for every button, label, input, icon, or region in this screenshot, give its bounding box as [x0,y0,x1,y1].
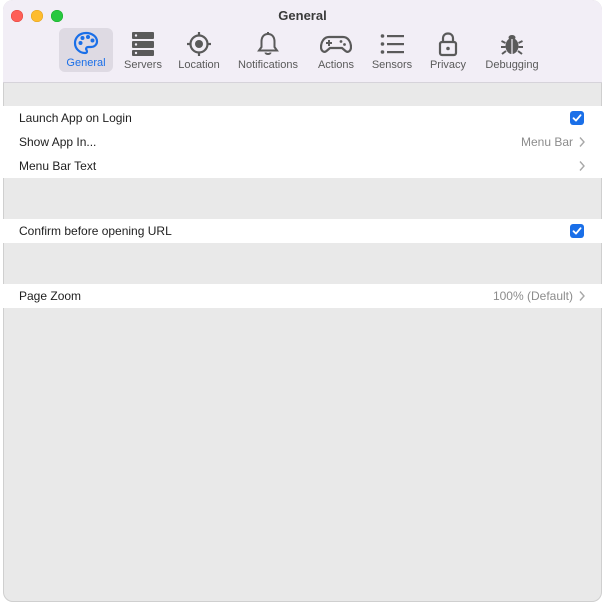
list-icon [380,34,404,54]
tab-servers[interactable]: Servers [119,28,167,72]
chevron-right-icon [579,161,585,171]
bell-icon [257,32,279,55]
preferences-tabs: General Servers Location Notifications A… [3,28,602,76]
show-app-in-value: Menu Bar [520,135,573,149]
general-settings-group: Launch App on Login Show App In... Menu … [3,106,602,178]
window-toolbar: General General Servers Location Notific… [3,0,602,83]
checkmark-icon [572,227,582,235]
chevron-right-icon [579,137,585,147]
show-app-in-row[interactable]: Show App In... Menu Bar [3,130,602,154]
tab-servers-label: Servers [124,59,162,71]
confirm-url-label: Confirm before opening URL [19,224,172,238]
show-app-in-label: Show App In... [19,135,97,149]
preferences-window: General General Servers Location Notific… [3,0,602,602]
tab-location[interactable]: Location [173,28,225,72]
tab-sensors-label: Sensors [371,59,413,71]
launch-on-login-label: Launch App on Login [19,111,132,125]
page-zoom-row[interactable]: Page Zoom 100% (Default) [3,284,602,308]
tab-actions-label: Actions [317,59,355,71]
palette-icon [73,31,99,55]
server-icon [132,32,154,56]
launch-on-login-row[interactable]: Launch App on Login [3,106,602,130]
tab-notifications[interactable]: Notifications [232,28,304,72]
chevron-right-icon [579,291,585,301]
zoom-settings-group: Page Zoom 100% (Default) [3,284,602,308]
tab-privacy[interactable]: Privacy [424,28,472,72]
tab-notifications-label: Notifications [238,59,298,71]
confirm-url-row[interactable]: Confirm before opening URL [3,219,602,243]
page-zoom-value: 100% (Default) [492,289,573,303]
location-target-icon [187,32,211,56]
tab-location-label: Location [178,59,220,71]
checkmark-icon [572,114,582,122]
confirm-url-checkbox[interactable] [570,224,584,238]
page-zoom-label: Page Zoom [19,289,82,303]
tab-actions[interactable]: Actions [311,28,361,72]
tab-general-label: General [66,57,106,69]
bug-icon [501,35,523,55]
window-title: General [278,8,327,23]
tab-general[interactable]: General [59,28,113,72]
launch-on-login-checkbox[interactable] [570,111,584,125]
menu-bar-text-row[interactable]: Menu Bar Text [3,154,602,178]
gamepad-icon [320,35,352,53]
tab-privacy-label: Privacy [429,59,467,71]
url-settings-group: Confirm before opening URL [3,219,602,243]
menu-bar-text-label: Menu Bar Text [19,159,97,173]
lock-icon [438,32,458,57]
tab-debugging[interactable]: Debugging [479,28,545,72]
tab-sensors[interactable]: Sensors [367,28,417,72]
tab-debugging-label: Debugging [485,59,539,71]
